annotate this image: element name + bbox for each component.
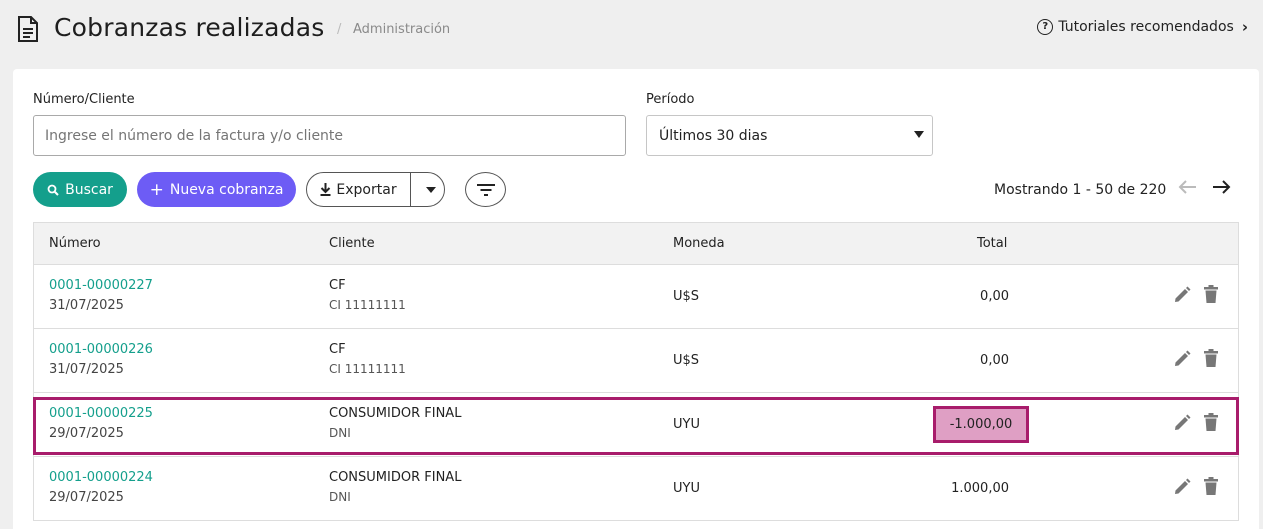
arrow-right-icon[interactable] [1211, 179, 1231, 195]
caret-down-icon [425, 186, 436, 193]
plus-icon: + [149, 179, 164, 200]
export-button[interactable]: Exportar [307, 173, 411, 206]
download-icon [320, 183, 331, 196]
pagination-text: Mostrando 1 - 50 de 220 [994, 182, 1167, 198]
document-icon [18, 16, 38, 42]
filter-icon [476, 183, 495, 196]
tutorials-link[interactable]: ? Tutoriales recomendados › [1037, 18, 1248, 36]
period-select[interactable]: Últimos 30 dias [646, 115, 933, 156]
row-total: 0,00 [980, 289, 1009, 304]
row-total: 1.000,00 [951, 481, 1009, 496]
period-label: Período [646, 92, 695, 107]
period-selected-value: Últimos 30 dias [659, 127, 768, 144]
row-currency: U$S [673, 353, 700, 368]
row-client: CONSUMIDOR FINAL [329, 470, 462, 485]
number-client-label: Número/Cliente [33, 92, 135, 107]
table-header: Número Cliente Moneda Total [33, 222, 1239, 265]
select-caret-icon [914, 131, 924, 138]
row-number-link[interactable]: 0001-00000226 [49, 342, 153, 357]
export-button-group: Exportar [306, 172, 445, 207]
page-title: Cobranzas realizadas [54, 13, 325, 42]
tutorials-label: Tutoriales recomendados [1058, 19, 1234, 35]
pencil-icon[interactable] [1173, 286, 1191, 304]
header-total[interactable]: Total [977, 236, 1007, 251]
highlighted-total: -1.000,00 [933, 406, 1029, 443]
header-number[interactable]: Número [49, 236, 101, 251]
pencil-icon[interactable] [1173, 478, 1191, 496]
table-row[interactable]: 0001-00000225 29/07/2025 CONSUMIDOR FINA… [33, 393, 1239, 457]
search-icon [47, 184, 59, 196]
new-collection-label: Nueva cobranza [169, 181, 284, 198]
new-collection-button[interactable]: + Nueva cobranza [137, 172, 296, 207]
table-row[interactable]: 0001-00000224 29/07/2025 CONSUMIDOR FINA… [33, 457, 1239, 521]
header-currency[interactable]: Moneda [673, 236, 725, 251]
row-date: 31/07/2025 [49, 362, 124, 377]
arrow-left-icon[interactable] [1178, 179, 1198, 195]
table-row[interactable]: 0001-00000226 31/07/2025 CF CI 11111111 … [33, 329, 1239, 393]
row-client: CONSUMIDOR FINAL [329, 406, 462, 421]
row-client-doc: DNI [329, 426, 351, 440]
row-date: 31/07/2025 [49, 298, 124, 313]
pencil-icon[interactable] [1173, 350, 1191, 368]
header-client[interactable]: Cliente [329, 236, 375, 251]
row-client: CF [329, 342, 346, 357]
row-total: 0,00 [980, 353, 1009, 368]
breadcrumb[interactable]: Administración [353, 22, 450, 37]
table-row[interactable]: 0001-00000227 31/07/2025 CF CI 11111111 … [33, 265, 1239, 329]
page-header: Cobranzas realizadas / Administración ? … [0, 0, 1263, 60]
row-number-link[interactable]: 0001-00000225 [49, 406, 153, 421]
row-currency: UYU [673, 417, 700, 432]
pencil-icon[interactable] [1173, 414, 1191, 432]
row-number-link[interactable]: 0001-00000224 [49, 470, 153, 485]
row-date: 29/07/2025 [49, 426, 124, 441]
breadcrumb-separator: / [337, 22, 342, 37]
row-client-doc: CI 11111111 [329, 298, 406, 312]
export-label: Exportar [336, 181, 397, 198]
search-button-label: Buscar [65, 181, 113, 198]
row-client-doc: CI 11111111 [329, 362, 406, 376]
row-currency: UYU [673, 481, 700, 496]
main-card: Número/Cliente Período Últimos 30 dias B… [13, 69, 1259, 529]
row-currency: U$S [673, 289, 700, 304]
search-input[interactable] [33, 115, 626, 156]
trash-icon[interactable] [1204, 413, 1218, 431]
search-button[interactable]: Buscar [33, 172, 127, 207]
filter-button[interactable] [465, 172, 506, 207]
row-date: 29/07/2025 [49, 490, 124, 505]
chevron-right-icon: › [1241, 18, 1248, 36]
row-client-doc: DNI [329, 490, 351, 504]
row-number-link[interactable]: 0001-00000227 [49, 278, 153, 293]
trash-icon[interactable] [1204, 477, 1218, 495]
trash-icon[interactable] [1204, 285, 1218, 303]
help-circle-icon: ? [1037, 19, 1054, 35]
row-client: CF [329, 278, 346, 293]
export-dropdown-toggle[interactable] [417, 186, 444, 193]
trash-icon[interactable] [1204, 349, 1218, 367]
